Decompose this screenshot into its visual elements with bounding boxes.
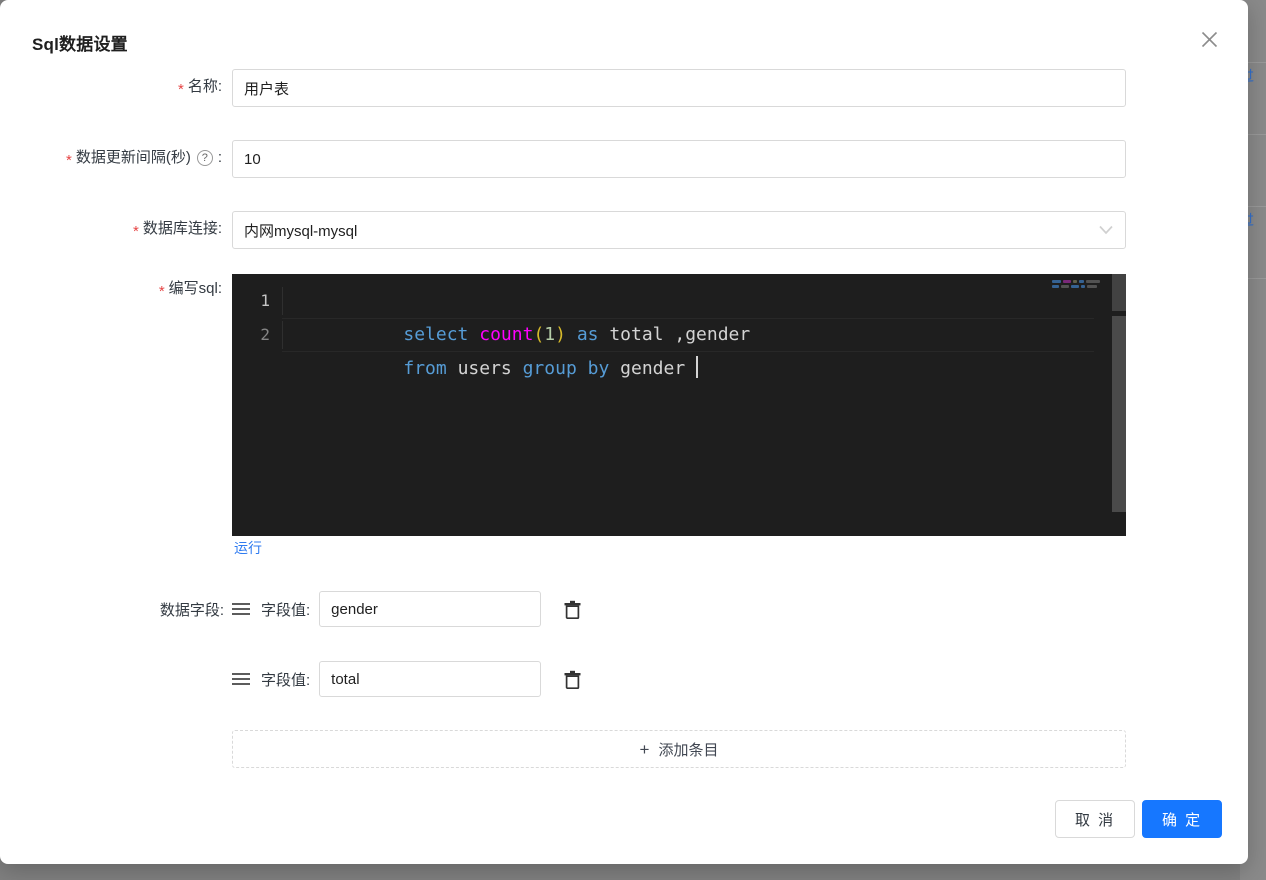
confirm-button[interactable]: 确 定 — [1142, 800, 1223, 838]
db-connection-select[interactable]: 内网mysql-mysql — [232, 211, 1126, 249]
indent-guide — [282, 321, 283, 349]
data-fields-label: 数据字段: — [159, 601, 224, 619]
db-connection-selected-value: 内网mysql-mysql — [244, 222, 358, 240]
update-interval-label: * 数据更新间隔(秒) ? : — [32, 140, 232, 176]
sql-data-settings-dialog: Sql数据设置 * 名称: * 数据更新间隔(秒) ? : * 数据库连接: 内… — [0, 0, 1248, 864]
add-item-button[interactable]: + 添加条目 — [232, 730, 1126, 768]
required-marker: * — [177, 80, 184, 98]
db-connection-label: * 数据库连接: — [32, 211, 232, 247]
editor-scrollbar-thumb[interactable] — [1112, 274, 1126, 311]
editor-scrollbar-thumb-lower[interactable] — [1112, 316, 1126, 512]
indent-guide — [282, 287, 283, 315]
field-value-input-2[interactable] — [319, 661, 542, 697]
label-colon: : — [217, 149, 222, 166]
cancel-button[interactable]: 取 消 — [1055, 800, 1136, 838]
dialog-title: Sql数据设置 — [32, 35, 128, 54]
field-value-input-1[interactable] — [319, 591, 542, 627]
run-sql-link[interactable]: 运行 — [234, 538, 262, 558]
trash-icon[interactable] — [561, 597, 583, 621]
db-connection-row: * 数据库连接: 内网mysql-mysql — [32, 211, 1126, 249]
field-value-label: 字段值: — [261, 601, 311, 619]
drag-handle-icon[interactable] — [232, 603, 252, 615]
line-number: 1 — [260, 291, 270, 310]
data-field-row-2: 字段值: — [140, 661, 583, 697]
editor-gutter: 1 2 — [232, 274, 282, 536]
text-cursor — [696, 356, 699, 378]
name-row: * 名称: — [32, 69, 1126, 107]
field-value-label: 字段值: — [261, 671, 311, 689]
name-label-text: 名称: — [187, 78, 222, 95]
sql-editor-label-text: 编写sql: — [168, 280, 222, 297]
sql-editor-row: * 编写sql: 1 2 select count(1) as total ,g… — [32, 274, 1126, 536]
required-marker: * — [132, 222, 139, 240]
editor-code-area[interactable]: select count(1) as total ,gender from us… — [282, 274, 1126, 536]
code-line-2: from users group by gender — [282, 318, 699, 379]
plus-icon: + — [639, 739, 650, 759]
drag-handle-icon[interactable] — [232, 673, 252, 685]
code-line-1: select count(1) as total ,gender — [282, 284, 750, 345]
sql-code-editor[interactable]: 1 2 select count(1) as total ,gender fro… — [232, 274, 1126, 536]
data-field-row-1: 数据字段: 字段值: — [140, 591, 583, 627]
name-label: * 名称: — [32, 69, 232, 105]
update-interval-input[interactable] — [232, 140, 1126, 178]
close-icon[interactable] — [1192, 22, 1226, 56]
chevron-down-icon — [1099, 225, 1113, 235]
name-input[interactable] — [232, 69, 1126, 107]
db-connection-label-text: 数据库连接: — [142, 220, 222, 237]
required-marker: * — [158, 282, 165, 300]
editor-minimap[interactable] — [1052, 278, 1108, 302]
update-interval-label-text: 数据更新间隔(秒) — [75, 149, 191, 166]
line-number: 2 — [260, 325, 270, 344]
trash-icon[interactable] — [561, 667, 583, 691]
question-circle-icon[interactable]: ? — [196, 150, 213, 166]
editor-scrollbar[interactable] — [1112, 274, 1126, 536]
update-interval-row: * 数据更新间隔(秒) ? : — [32, 140, 1126, 178]
sql-editor-label: * 编写sql: — [32, 274, 232, 304]
add-item-label: 添加条目 — [658, 741, 719, 759]
required-marker: * — [65, 151, 72, 169]
